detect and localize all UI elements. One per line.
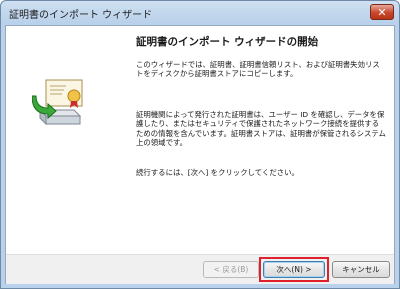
instruction-text: 続行するには、[次へ] をクリックしてください。 <box>136 168 299 177</box>
description-text: 証明機関によって発行された証明書は、ユーザー ID を確認し、データを保護したり… <box>136 110 386 148</box>
intro-text: このウィザードでは、証明書、証明書信頼リスト、および証明書失効リストをディスクか… <box>136 60 380 79</box>
wizard-content: 証明書のインポート ウィザードの開始 このウィザードでは、証明書、証明書信頼リス… <box>120 26 394 254</box>
next-button[interactable]: 次へ(N) > <box>263 261 325 278</box>
back-button[interactable]: < 戻る(B) <box>203 261 259 278</box>
page-title: 証明書のインポート ウィザードの開始 <box>136 36 319 48</box>
cancel-button[interactable]: キャンセル <box>332 261 390 278</box>
title-bar[interactable]: 証明書のインポート ウィザード ✕ <box>1 1 399 25</box>
window-title: 証明書のインポート ウィザード <box>9 10 153 21</box>
wizard-client-area: 証明書のインポート ウィザードの開始 このウィザードでは、証明書、証明書信頼リス… <box>5 25 395 284</box>
wizard-sidebar <box>6 26 121 254</box>
wizard-button-bar: < 戻る(B) 次へ(N) > キャンセル <box>6 254 394 284</box>
close-button[interactable]: ✕ <box>370 4 394 20</box>
wizard-window: 証明書のインポート ウィザード ✕ 証明書のインポート ウィザードの開始 このウ… <box>0 0 400 289</box>
certificate-import-icon <box>32 79 83 126</box>
close-icon: ✕ <box>377 5 387 19</box>
